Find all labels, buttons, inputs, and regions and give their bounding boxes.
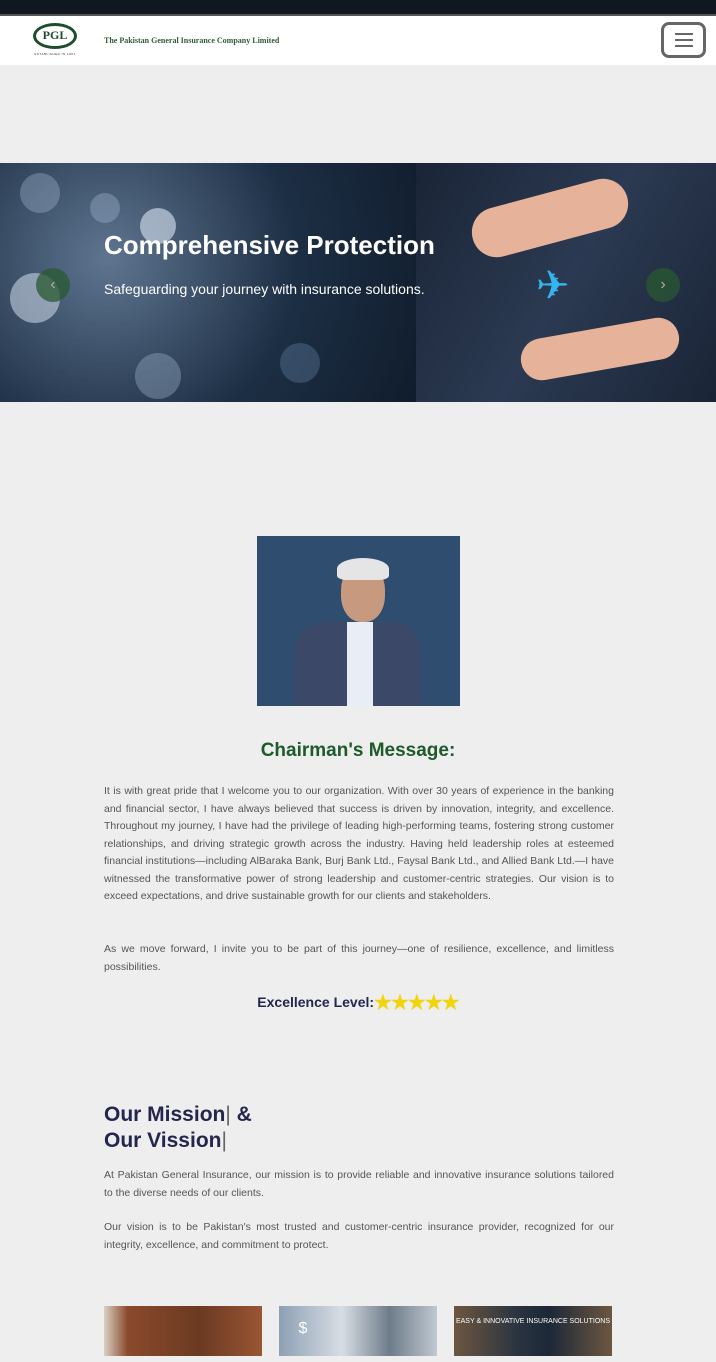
feature-card-office[interactable]: [104, 1306, 262, 1356]
photo-shirt: [347, 622, 373, 706]
logo-tagline: ESTABLISHED IN 1961: [34, 51, 76, 56]
company-name: The Pakistan General Insurance Company L…: [104, 36, 280, 45]
chairman-photo: [257, 536, 460, 706]
card-caption: EASY & INNOVATIVE INSURANCE SOLUTIONS: [455, 1318, 611, 1325]
title-ampersand: &: [236, 1103, 252, 1126]
airplane-icon: ✈: [536, 264, 570, 308]
pgl-logo[interactable]: PGL ESTABLISHED IN 1961: [26, 22, 84, 59]
logo-mark: PGL: [33, 22, 77, 49]
bokeh-light: [20, 173, 60, 213]
bokeh-light: [280, 343, 320, 383]
mission-paragraph: At Pakistan General Insurance, our missi…: [104, 1169, 614, 1199]
mission-vision-title: Our Mission| & Our Vission|: [104, 1102, 252, 1154]
feature-cards: $ EASY & INNOVATIVE INSURANCE SOLUTIONS: [104, 1306, 612, 1356]
status-bar: [0, 0, 716, 14]
vision-paragraph: Our vision is to be Pakistan's most trus…: [104, 1221, 614, 1251]
chairman-message-title: Chairman's Message:: [260, 740, 456, 761]
feature-card-solutions[interactable]: EASY & INNOVATIVE INSURANCE SOLUTIONS: [454, 1306, 612, 1356]
site-header: PGL ESTABLISHED IN 1961 The Pakistan Gen…: [0, 14, 716, 65]
hero-title: Comprehensive Protection: [104, 230, 435, 260]
hero-subtitle: Safeguarding your journey with insurance…: [104, 281, 425, 297]
excellence-rating: Excellence Level:★★★★★: [0, 990, 716, 1015]
photo-hair: [337, 558, 389, 580]
hamburger-icon: [674, 45, 693, 47]
hamburger-icon: [674, 39, 693, 41]
carousel-prev-button[interactable]: ‹: [36, 268, 70, 302]
carousel-next-button[interactable]: ›: [646, 268, 680, 302]
star-icon: ★★★★★: [374, 992, 460, 1014]
bokeh-light: [135, 353, 181, 399]
typing-caret: |: [225, 1103, 231, 1126]
excellence-label: Excellence Level:: [257, 994, 375, 1010]
mission-title: Our Mission: [104, 1103, 226, 1126]
menu-button[interactable]: [661, 22, 706, 58]
vision-title: Our Vission: [104, 1129, 222, 1152]
chairman-paragraph: As we move forward, I invite you to be p…: [104, 943, 614, 973]
chairman-paragraph: It is with great pride that I welcome yo…: [104, 785, 614, 902]
dollar-icon: $: [298, 1320, 308, 1337]
feature-card-finance[interactable]: $: [279, 1306, 437, 1356]
typing-caret: |: [221, 1129, 227, 1152]
hero-carousel: ✈ Comprehensive Protection Safeguarding …: [0, 163, 716, 402]
bokeh-light: [90, 193, 120, 223]
chevron-left-icon: ‹: [50, 276, 56, 293]
chevron-right-icon: ›: [660, 276, 666, 293]
hamburger-icon: [674, 33, 693, 35]
